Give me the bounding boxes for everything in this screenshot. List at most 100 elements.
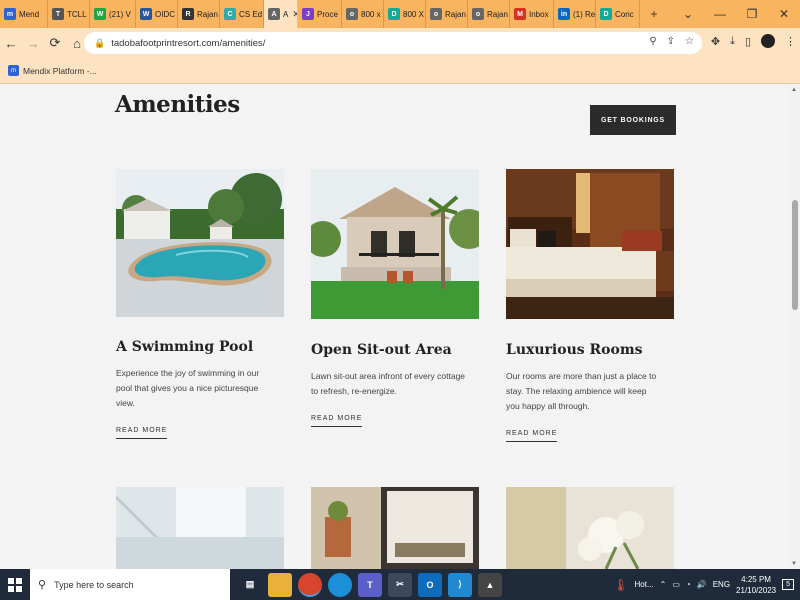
download-icon[interactable]: ⤓: [730, 35, 735, 48]
sidepanel-icon[interactable]: ▯: [745, 35, 751, 48]
browser-tab[interactable]: J Proce: [298, 0, 342, 28]
network-icon[interactable]: ▭: [672, 580, 680, 589]
tab-favicon-icon: m: [4, 8, 16, 20]
notification-icon[interactable]: 5: [782, 579, 794, 590]
tab-search-icon[interactable]: ⌄: [672, 7, 704, 21]
tab-label: Inbox: [529, 9, 549, 19]
tab-label: Rajan: [445, 9, 466, 19]
minimize-icon[interactable]: —: [704, 7, 736, 21]
sit-out-image[interactable]: [311, 169, 479, 319]
amenity-image[interactable]: [116, 487, 284, 569]
browser-toolbar: ← → ⟳ ⌂ 🔒 tadobafootprintresort.com/amen…: [0, 28, 800, 58]
chevron-up-icon[interactable]: ⌃: [660, 580, 667, 589]
browser-tab[interactable]: T TCLL: [48, 0, 90, 28]
tab-favicon-icon: A: [268, 8, 280, 20]
edge-icon[interactable]: [328, 572, 352, 597]
snipping-tool-icon[interactable]: ✂: [388, 572, 412, 597]
tab-favicon-icon: R: [182, 8, 194, 20]
menu-icon[interactable]: ⋮: [785, 35, 796, 48]
file-explorer-icon[interactable]: [268, 572, 292, 597]
tab-favicon-icon: M: [514, 8, 526, 20]
windows-start-icon[interactable]: [0, 569, 30, 600]
browser-tab[interactable]: M Inbox: [510, 0, 554, 28]
tab-favicon-icon: o: [346, 8, 358, 20]
read-more-link[interactable]: READ MORE: [506, 430, 558, 442]
card-title[interactable]: A Swimming Pool: [116, 339, 253, 355]
photos-icon[interactable]: ▲: [478, 572, 502, 597]
read-more-link[interactable]: READ MORE: [311, 415, 363, 427]
new-tab-button[interactable]: +: [640, 7, 668, 21]
tab-favicon-icon: T: [52, 8, 64, 20]
weather-icon[interactable]: 🌡: [613, 578, 628, 592]
mendix-icon: m: [8, 65, 19, 76]
card-title[interactable]: Luxurious Rooms: [506, 342, 643, 358]
scroll-thumb[interactable]: [792, 200, 798, 310]
scrollbar[interactable]: ▲ ▼: [790, 85, 800, 569]
browser-tab[interactable]: C CS Ed: [220, 0, 264, 28]
get-bookings-button[interactable]: GET BOOKINGS: [590, 105, 676, 135]
address-bar[interactable]: 🔒 tadobafootprintresort.com/amenities/ ⚲…: [84, 32, 702, 54]
weather-text[interactable]: Hot...: [635, 580, 654, 589]
vscode-icon[interactable]: ⟩: [448, 572, 472, 597]
lock-icon[interactable]: 🔒: [94, 38, 105, 49]
extensions-icon[interactable]: ✥: [711, 35, 720, 48]
scroll-up-icon[interactable]: ▲: [791, 87, 797, 93]
clock[interactable]: 4:25 PM 21/10/2023: [736, 574, 776, 596]
amenity-image[interactable]: [311, 487, 479, 569]
back-icon[interactable]: ←: [0, 36, 22, 51]
url-text: tadobafootprintresort.com/amenities/: [111, 37, 266, 49]
card-description: Lawn sit-out area infront of every cotta…: [311, 371, 466, 396]
tab-bar: mMendTTCLLW(21) VWOIDCRRajanCCS EdAA✕JPr…: [0, 0, 800, 28]
teams-icon[interactable]: T: [358, 572, 382, 597]
language-indicator[interactable]: ENG: [713, 580, 730, 589]
tab-favicon-icon: o: [430, 8, 442, 20]
browser-tab[interactable]: D Conc: [596, 0, 640, 28]
chrome-icon[interactable]: [298, 572, 322, 597]
outlook-icon[interactable]: O: [418, 572, 442, 597]
tab-label: Mend: [19, 9, 40, 19]
browser-tab[interactable]: R Rajan: [178, 0, 220, 28]
pool-image[interactable]: [116, 169, 284, 317]
browser-tab[interactable]: W OIDC: [136, 0, 178, 28]
tab-label: TCLL: [67, 9, 87, 19]
system-tray: 🌡 Hot... ⌃ ▭ ◔ 🔊 ENG 4:25 PM 21/10/2023 …: [613, 569, 800, 600]
task-view-icon[interactable]: ▤: [238, 573, 262, 597]
zoom-icon[interactable]: ⚲: [649, 36, 656, 47]
volume-icon[interactable]: 🔊: [697, 580, 707, 589]
amenity-image[interactable]: [506, 487, 674, 569]
search-placeholder: Type here to search: [54, 579, 134, 590]
browser-tab[interactable]: in (1) Re: [554, 0, 596, 28]
forward-icon[interactable]: →: [22, 36, 44, 51]
tab-label: CS Ed: [239, 9, 263, 19]
close-window-icon[interactable]: ✕: [768, 7, 800, 21]
browser-tab[interactable]: W (21) V: [90, 0, 136, 28]
tab-label: (1) Re: [573, 9, 596, 19]
date-text: 21/10/2023: [736, 585, 777, 595]
tab-favicon-icon: J: [302, 8, 314, 20]
taskbar: ⚲ Type here to search ▤ T ✂ O ⟩ ▲ 🌡 Hot.…: [0, 569, 800, 600]
reload-icon[interactable]: ⟳: [44, 35, 66, 51]
bookmark-star-icon[interactable]: ☆: [685, 36, 694, 47]
room-image[interactable]: [506, 169, 674, 319]
share-icon[interactable]: ⇪: [667, 36, 675, 47]
tab-favicon-icon: D: [388, 8, 400, 20]
bookmark-mendix[interactable]: Mendix Platform -...: [23, 66, 97, 76]
read-more-link[interactable]: READ MORE: [116, 427, 168, 439]
tab-label: Rajan: [487, 9, 508, 19]
scroll-down-icon[interactable]: ▼: [791, 561, 797, 567]
maximize-icon[interactable]: ❐: [736, 7, 768, 21]
browser-tab[interactable]: o Rajan: [468, 0, 510, 28]
taskbar-search-input[interactable]: ⚲ Type here to search: [30, 569, 230, 600]
browser-tab[interactable]: AA✕: [264, 0, 298, 28]
browser-tab[interactable]: o 800 x: [342, 0, 384, 28]
browser-tab[interactable]: D 800 X: [384, 0, 426, 28]
card-title[interactable]: Open Sit-out Area: [311, 342, 452, 358]
browser-tab[interactable]: m Mend: [0, 0, 48, 28]
tab-label: 800 X: [403, 9, 424, 19]
wifi-icon[interactable]: ◔: [686, 580, 691, 589]
tab-label: (21) V: [109, 9, 131, 19]
card-description: Experience the joy of swimming in our po…: [116, 368, 260, 408]
tab-favicon-icon: W: [94, 8, 106, 20]
browser-tab[interactable]: o Rajan: [426, 0, 468, 28]
profile-avatar[interactable]: [761, 34, 775, 48]
